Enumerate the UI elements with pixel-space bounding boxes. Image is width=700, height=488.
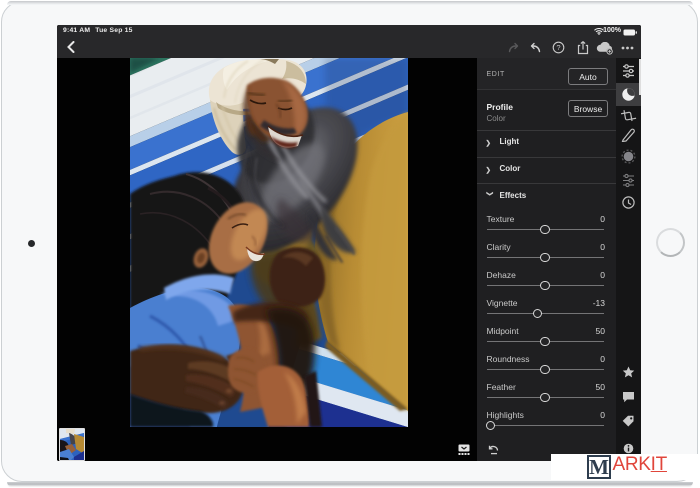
svg-text:?: ?: [556, 43, 560, 52]
